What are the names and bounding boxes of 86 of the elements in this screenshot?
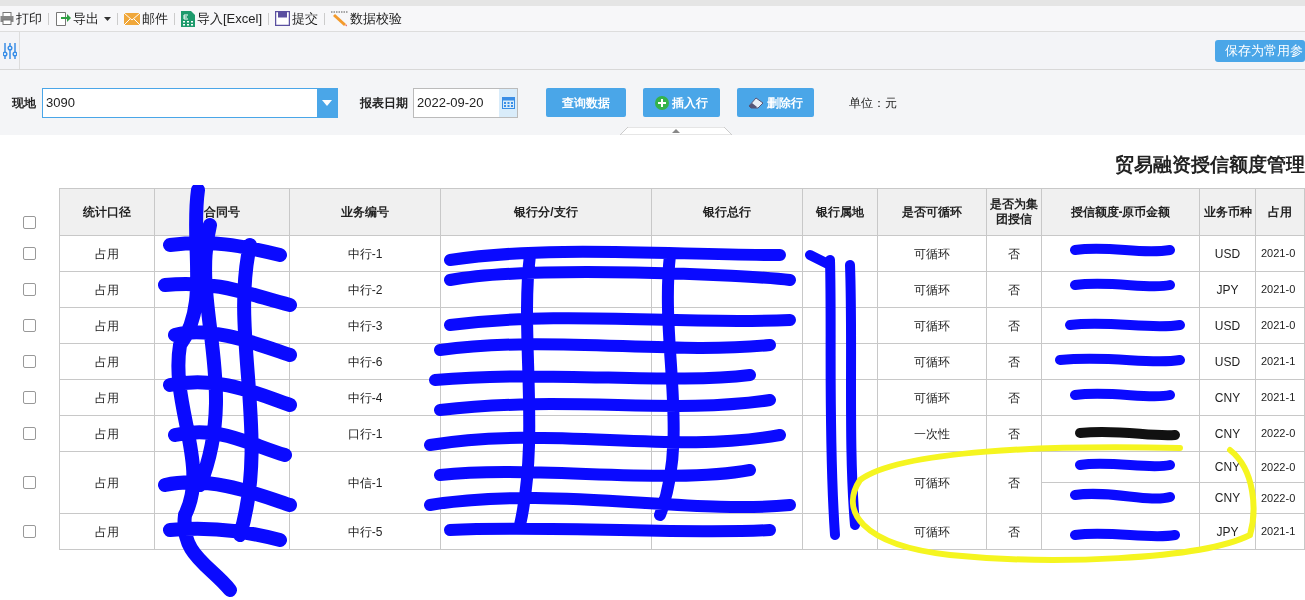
select-all-checkbox[interactable]: [23, 216, 36, 229]
table-cell: 2021-0: [1255, 307, 1305, 344]
table-cell: 一次性: [877, 415, 987, 452]
table-cell: 口行-1: [289, 415, 441, 452]
table-cell: CNY: [1199, 451, 1256, 483]
page-title: 贸易融资授信额度管理: [1115, 152, 1305, 177]
table-cell: 否: [986, 271, 1042, 308]
report-date-label: 报表日期: [360, 94, 408, 112]
table-cell: 占用: [59, 271, 155, 308]
table-cell: 2022-0: [1255, 415, 1305, 452]
toolbar-button[interactable]: 导入[Excel]: [181, 8, 262, 29]
row-checkbox[interactable]: [23, 524, 36, 538]
table-cell: 可循环: [877, 379, 987, 416]
spreadsheet-icon: [181, 10, 195, 27]
unit-label: 单位：元: [849, 94, 897, 112]
collapse-tab[interactable]: [620, 127, 732, 135]
row-checkbox[interactable]: [23, 475, 36, 489]
table-cell: CNY: [1199, 379, 1256, 416]
location-label: 现地: [12, 94, 36, 112]
table-cell: 2022-0: [1255, 482, 1305, 514]
table-cell: 2021-0: [1255, 235, 1305, 272]
column-header: 银行总行: [651, 188, 803, 236]
toolbar-button[interactable]: 提交: [275, 8, 318, 29]
toolbar-button[interactable]: 打印: [0, 8, 42, 29]
envelope-icon: [124, 12, 140, 25]
table-cell: 2022-0: [1255, 451, 1305, 483]
table-cell: CNY: [1199, 482, 1256, 514]
calendar-icon: [501, 96, 515, 109]
row-checkbox[interactable]: [23, 318, 36, 332]
report-date-field[interactable]: 2022-09-20: [413, 87, 518, 118]
table-cell: 占用: [59, 379, 155, 416]
table-cell: 2021-0: [1255, 271, 1305, 308]
table-cell: 中行-3: [289, 307, 441, 344]
table-cell: 占用: [59, 415, 155, 452]
table-cell: 可循环: [877, 235, 987, 272]
pencil-icon: [331, 10, 348, 27]
table-cell: USD: [1199, 235, 1256, 272]
column-header: 占用: [1255, 188, 1305, 236]
table-cell: 2021-1: [1255, 379, 1305, 416]
plus-icon: [655, 95, 669, 110]
table-cell: 中行-5: [289, 513, 441, 550]
column-header: 银行属地: [802, 188, 878, 236]
location-dropdown[interactable]: 3090: [42, 87, 338, 118]
table-cell: CNY: [1199, 415, 1256, 452]
table-cell: 否: [986, 451, 1042, 514]
table-cell: 2021-1: [1255, 343, 1305, 380]
table-cell: 中行-1: [289, 235, 441, 272]
column-header: 授信额度-原币金额: [1041, 188, 1200, 236]
table-cell: 中信-1: [289, 451, 441, 514]
column-header: 业务币种: [1199, 188, 1256, 236]
row-checkbox[interactable]: [23, 246, 36, 260]
table-cell: 可循环: [877, 343, 987, 380]
column-header: 合同号: [154, 188, 290, 236]
column-header: 统计口径: [59, 188, 155, 236]
table-cell: 可循环: [877, 513, 987, 550]
table-cell: 占用: [59, 451, 155, 514]
row-checkbox[interactable]: [23, 282, 36, 296]
table-cell: 可循环: [877, 271, 987, 308]
table-cell: JPY: [1199, 271, 1256, 308]
table-cell: 否: [986, 379, 1042, 416]
column-header: 银行分/支行: [440, 188, 652, 236]
table-cell: USD: [1199, 307, 1256, 344]
table-cell: 否: [986, 513, 1042, 550]
sliders-icon[interactable]: [2, 41, 17, 60]
column-header: 业务编号: [289, 188, 441, 236]
table-cell: 占用: [59, 307, 155, 344]
toolbar-button[interactable]: 邮件: [124, 8, 168, 29]
row-checkbox[interactable]: [23, 354, 36, 368]
table-cell: 否: [986, 343, 1042, 380]
table-cell: 2021-1: [1255, 513, 1305, 550]
table-cell: 占用: [59, 513, 155, 550]
column-header: 是否为集团授信: [986, 188, 1042, 236]
row-checkbox[interactable]: [23, 390, 36, 404]
export-document-icon: [55, 10, 71, 27]
table-cell: USD: [1199, 343, 1256, 380]
table-cell: 否: [986, 235, 1042, 272]
toolbar-button[interactable]: 导出: [55, 8, 111, 29]
toolbar-button[interactable]: 数据校验: [331, 8, 402, 29]
eraser-icon: [748, 96, 764, 109]
caret-icon: [322, 99, 332, 106]
table-cell: 否: [986, 307, 1042, 344]
table-cell: 可循环: [877, 307, 987, 344]
row-checkbox[interactable]: [23, 426, 36, 440]
column-header: 是否可循环: [877, 188, 987, 236]
table-cell: 占用: [59, 235, 155, 272]
table-cell: 占用: [59, 343, 155, 380]
